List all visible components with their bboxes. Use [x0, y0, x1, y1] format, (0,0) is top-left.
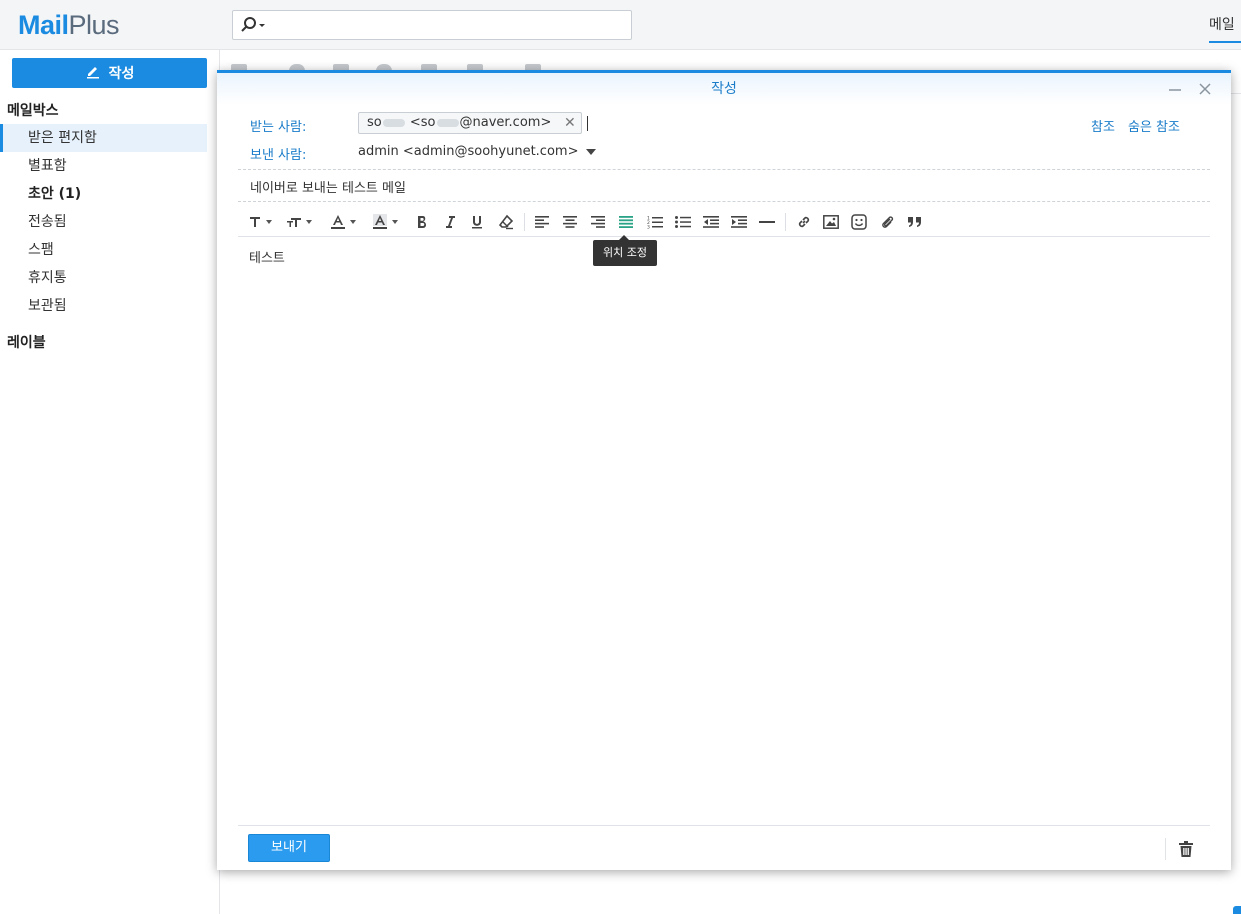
compose-button[interactable]: 작성 — [12, 58, 207, 88]
compose-button-label: 작성 — [108, 66, 135, 82]
cc-link[interactable]: 참조 — [1091, 116, 1115, 135]
search-icon[interactable] — [240, 16, 268, 34]
bcc-link[interactable]: 숨은 참조 — [1128, 116, 1180, 135]
sidebar: 작성 메일박스 받은 편지함 별표함 초안 (1) 전송됨 스팸 휴지통 보관됨… — [0, 50, 220, 914]
align-right-icon[interactable] — [591, 212, 605, 232]
search-input[interactable] — [232, 10, 632, 40]
redacted-text — [436, 118, 459, 127]
sidebar-item-trash[interactable]: 휴지통 — [0, 264, 207, 292]
top-bar: MailPlus 메일 — [0, 0, 1241, 50]
redacted-text — [382, 118, 405, 127]
tab-mail[interactable]: 메일 — [1209, 14, 1241, 43]
sidebar-item-spam[interactable]: 스팸 — [0, 236, 207, 264]
sidebar-item-starred[interactable]: 별표함 — [0, 152, 207, 180]
from-label: 보낸 사람: — [250, 148, 307, 163]
from-select[interactable]: admin <admin@soohyunet.com> — [358, 144, 578, 159]
bold-icon[interactable] — [416, 212, 428, 232]
minimize-icon[interactable] — [1167, 81, 1183, 97]
align-left-icon[interactable] — [535, 212, 549, 232]
emoji-icon[interactable] — [851, 212, 867, 232]
compose-dialog: 작성 받는 사람: so <so @naver.com> ✕ 참조 숨은 참조 보… — [217, 70, 1231, 870]
divider — [238, 169, 1210, 170]
mailbox-header: 메일박스 — [7, 103, 59, 119]
remove-recipient-icon[interactable]: ✕ — [564, 113, 576, 133]
link-icon[interactable] — [796, 212, 812, 232]
quote-icon[interactable] — [907, 212, 923, 232]
italic-icon[interactable] — [444, 212, 456, 232]
trash-icon[interactable] — [1177, 840, 1195, 858]
recipient-chip[interactable]: so <so @naver.com> ✕ — [358, 112, 582, 134]
subject-field[interactable]: 네이버로 보내는 테스트 메일 — [250, 177, 406, 196]
image-icon[interactable] — [823, 212, 839, 232]
footer-divider — [238, 825, 1210, 826]
sidebar-item-drafts[interactable]: 초안 (1) — [0, 180, 207, 208]
attachment-icon[interactable] — [879, 212, 895, 232]
bullet-list-icon[interactable] — [675, 212, 691, 232]
font-size-icon[interactable] — [286, 212, 312, 232]
send-button[interactable]: 보내기 — [248, 834, 330, 862]
footer-separator — [1165, 838, 1166, 860]
font-icon[interactable] — [248, 212, 272, 232]
toolbar-separator — [524, 213, 525, 231]
sidebar-item-archive[interactable]: 보관됨 — [0, 292, 207, 320]
outdent-icon[interactable] — [703, 212, 719, 232]
indent-icon[interactable] — [731, 212, 747, 232]
close-icon[interactable] — [1197, 81, 1213, 97]
recipient-email-start: <so — [405, 115, 436, 130]
message-body[interactable]: 테스트 — [249, 247, 285, 266]
editor-toolbar: 123 — [238, 207, 1210, 237]
pencil-icon — [85, 63, 101, 83]
sidebar-item-sent[interactable]: 전송됨 — [0, 208, 207, 236]
numbered-list-icon[interactable]: 123 — [647, 212, 663, 232]
divider — [238, 201, 1210, 202]
background-color-icon[interactable] — [372, 212, 398, 232]
font-color-icon[interactable] — [330, 212, 356, 232]
underline-icon[interactable] — [471, 212, 483, 232]
dialog-title: 작성 — [217, 73, 1231, 105]
align-justify-icon[interactable] — [619, 212, 633, 232]
chevron-down-icon[interactable] — [586, 149, 596, 155]
svg-text:3: 3 — [647, 225, 650, 230]
align-center-icon[interactable] — [563, 212, 577, 232]
horizontal-rule-icon[interactable] — [759, 212, 775, 232]
labels-header[interactable]: 레이블 — [7, 332, 46, 352]
text-cursor — [587, 116, 588, 131]
to-label: 받는 사람: — [250, 120, 307, 135]
sidebar-item-inbox[interactable]: 받은 편지함 — [0, 124, 207, 152]
mailplus-logo: MailPlus — [18, 10, 120, 40]
clear-format-icon[interactable] — [498, 212, 514, 232]
recipient-name-part: so — [367, 115, 382, 130]
status-indicator — [1233, 906, 1241, 914]
toolbar-separator — [785, 213, 786, 231]
recipient-email-domain: @naver.com> — [459, 115, 552, 130]
tooltip: 위치 조정 — [593, 235, 657, 266]
